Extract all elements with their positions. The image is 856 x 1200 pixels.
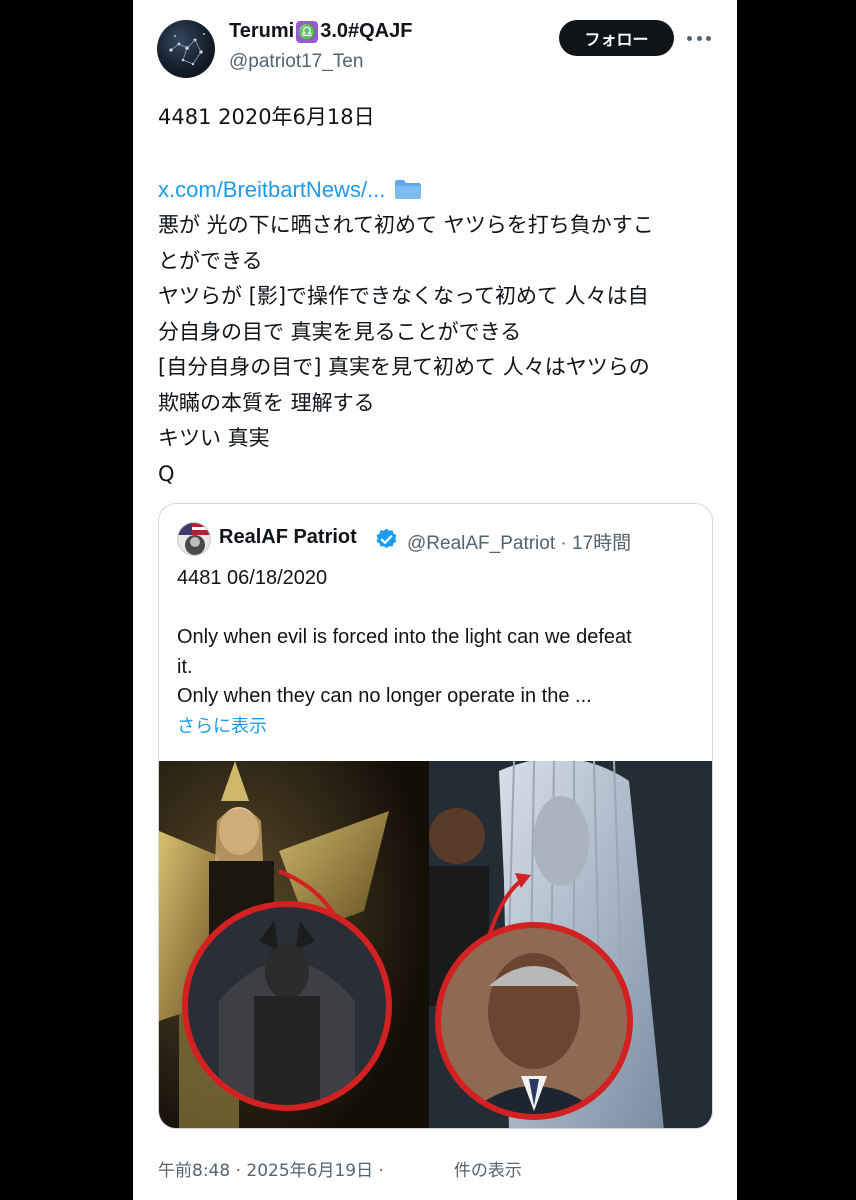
libra-icon: ♎ bbox=[296, 20, 319, 43]
quoted-handle-time[interactable]: @RealAF_Patriot · 17時間 bbox=[407, 528, 631, 555]
user-avatar[interactable] bbox=[157, 20, 215, 78]
tweet-line: キツい 真実 bbox=[158, 426, 270, 450]
display-name-suffix: 3.0#QAJF bbox=[320, 20, 413, 42]
tweet-line: Q bbox=[158, 461, 175, 486]
display-name[interactable]: Terumi ♎ 3.0#QAJF bbox=[229, 20, 412, 43]
user-handle[interactable]: @patriot17_Ten bbox=[229, 51, 363, 73]
tweet-line: 分自身の目で 真実を見ることができる bbox=[158, 319, 522, 344]
quoted-text: 4481 06/18/2020 Only when evil is forced… bbox=[177, 564, 702, 741]
tweet-line: 4481 2020年6月18日 bbox=[158, 105, 375, 129]
quoted-line: 4481 06/18/2020 bbox=[177, 567, 328, 589]
follow-button[interactable]: フォロー bbox=[559, 20, 674, 56]
tweet-line: とができる bbox=[158, 248, 263, 273]
quoted-tweet[interactable]: RealAF Patriot @RealAF_Patriot · 17時間 44… bbox=[158, 503, 713, 1129]
tweet-link[interactable]: x.com/BreitbartNews/... bbox=[158, 177, 385, 202]
quoted-blank-line bbox=[177, 594, 702, 624]
display-name-text: Terumi bbox=[229, 20, 295, 42]
quoted-line: it. bbox=[177, 655, 193, 678]
verified-badge-icon bbox=[376, 528, 397, 549]
show-more-link[interactable]: さらに表示 bbox=[177, 712, 702, 742]
folder-icon bbox=[395, 179, 422, 199]
quoted-line: Only when they can no longer operate in … bbox=[177, 685, 592, 707]
quoted-line: Only when evil is forced into the light … bbox=[177, 626, 632, 648]
quoted-user-avatar[interactable] bbox=[177, 522, 211, 556]
quoted-display-name[interactable]: RealAF Patriot bbox=[219, 526, 357, 549]
tweet-timestamp[interactable]: 午前8:48 · 2025年6月19日 · bbox=[158, 1161, 384, 1181]
tweet-line: ヤツらが [影]で操作できなくなって初めて 人々は自 bbox=[158, 284, 649, 308]
tweet-link-line: x.com/BreitbartNews/... bbox=[158, 172, 718, 209]
tweet-meta: 午前8:48 · 2025年6月19日 · 件の表示 bbox=[158, 1156, 522, 1181]
tweet-card: Terumi ♎ 3.0#QAJF @patriot17_Ten フォロー 44… bbox=[133, 0, 737, 1200]
tweet-line: [自分自身の目で] 真実を見て初めて 人々はヤツらの bbox=[158, 355, 650, 379]
more-dots-icon[interactable] bbox=[683, 26, 715, 50]
tweet-line: 欺瞞の本質を 理解する bbox=[158, 390, 375, 415]
view-count-label: 件の表示 bbox=[453, 1161, 522, 1181]
tweet-line: 悪が 光の下に晒されて初めて ヤツらを打ち負かすこ bbox=[158, 213, 654, 237]
quoted-image[interactable] bbox=[159, 761, 712, 1128]
tweet-text: 4481 2020年6月18日 x.com/BreitbartNews/... … bbox=[158, 100, 718, 492]
